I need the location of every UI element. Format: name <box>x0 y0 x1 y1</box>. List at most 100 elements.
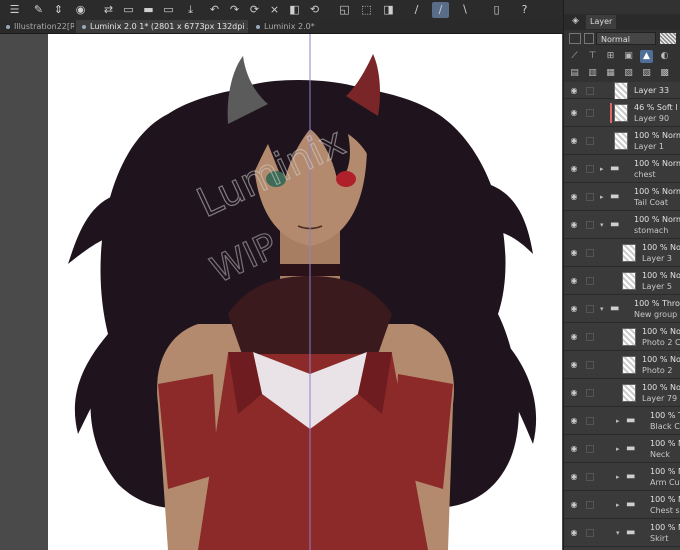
swap-icon[interactable]: ⇄ <box>100 2 117 18</box>
drawing-canvas[interactable]: Luminix WIP <box>48 34 562 550</box>
reference-layer-icon[interactable]: ⟋ <box>568 50 581 63</box>
visibility-eye-icon[interactable]: ◉ <box>568 304 580 314</box>
layer-lock-checkbox[interactable] <box>586 277 594 285</box>
save-icon[interactable]: ▬ <box>140 2 157 18</box>
folder-expand-icon[interactable]: ▸ <box>600 165 604 173</box>
visibility-eye-icon[interactable]: ◉ <box>568 248 580 258</box>
layer-lock-checkbox[interactable] <box>586 389 594 397</box>
new-file-icon[interactable]: ✎ <box>30 2 47 18</box>
transform-icon[interactable]: ⟲ <box>306 2 323 18</box>
hide-selection-icon[interactable]: ◱ <box>336 2 353 18</box>
layer-row[interactable]: ◉ ▸ ▬ 100 % Norm Tail Coat <box>564 183 680 211</box>
layer-row[interactable]: ◉ Layer 33 <box>564 82 680 100</box>
folder-expand-icon[interactable]: ▸ <box>600 193 604 201</box>
layer-row[interactable]: ◉ 100 % Norm Layer 79 <box>564 379 680 407</box>
visibility-eye-icon[interactable]: ◉ <box>568 416 580 426</box>
opacity-swatch[interactable] <box>660 33 676 44</box>
transfer-down-icon[interactable]: ▧ <box>622 67 635 80</box>
mask-icon[interactable]: ◐ <box>658 50 671 63</box>
clear-icon[interactable]: ⨯ <box>266 2 283 18</box>
layer-lock-checkbox[interactable] <box>586 473 594 481</box>
layer-row[interactable]: ◉ ▸ ▬ 100 % Th Black Che <box>564 407 680 435</box>
panel-menu-icon[interactable] <box>569 33 581 44</box>
folder-collapse-icon[interactable]: ▾ <box>616 529 620 537</box>
chevron-up-down-icon[interactable]: ⇕ <box>50 2 67 18</box>
layer-row[interactable]: ◉ 100 % Norm Photo 2 <box>564 351 680 379</box>
layer-lock-checkbox[interactable] <box>586 165 594 173</box>
clip-layer-icon[interactable]: ⊤ <box>586 50 599 63</box>
folder-collapse-icon[interactable]: ▾ <box>600 221 604 229</box>
folder-expand-icon[interactable]: ▸ <box>616 473 620 481</box>
layer-row[interactable]: ◉ ▸ ▬ 100 % Norm chest <box>564 155 680 183</box>
folder-collapse-icon[interactable]: ▾ <box>600 305 604 313</box>
layer-lock-checkbox[interactable] <box>586 249 594 257</box>
visibility-eye-icon[interactable]: ◉ <box>568 164 580 174</box>
lock-layer-icon[interactable]: ⊞ <box>604 50 617 63</box>
layer-lock-checkbox[interactable] <box>586 137 594 145</box>
layer-lock-checkbox[interactable] <box>586 193 594 201</box>
blend-mode-select[interactable]: Normal <box>596 32 656 45</box>
visibility-eye-icon[interactable]: ◉ <box>568 136 580 146</box>
stroke-icon[interactable]: ∖ <box>456 2 473 18</box>
visibility-eye-icon[interactable]: ◉ <box>568 444 580 454</box>
layer-row[interactable]: ◉ 46 % Soft l Layer 90 <box>564 99 680 127</box>
visibility-eye-icon[interactable]: ◉ <box>568 86 580 96</box>
pen-tool-active-icon[interactable]: ∕ <box>432 2 449 18</box>
folder-expand-icon[interactable]: ▸ <box>616 501 620 509</box>
layer-lock-checkbox[interactable] <box>586 529 594 537</box>
visibility-eye-icon[interactable]: ◉ <box>568 220 580 230</box>
open-folder-icon[interactable]: ▭ <box>120 2 137 18</box>
new-raster-layer-icon[interactable]: ▤ <box>568 67 581 80</box>
folder-expand-icon[interactable]: ▸ <box>616 417 620 425</box>
tab-illustration22[interactable]: Illustration22[R <box>0 20 74 33</box>
layer-panel-tab[interactable]: Layer <box>586 15 617 29</box>
visibility-eye-icon[interactable]: ◉ <box>568 500 580 510</box>
tablet-icon[interactable]: ▯ <box>488 2 505 18</box>
layer-row[interactable]: ◉ 100 % Norm Layer 3 <box>564 239 680 267</box>
layer-lock-checkbox[interactable] <box>586 361 594 369</box>
visibility-eye-icon[interactable]: ◉ <box>568 276 580 286</box>
layer-lock-checkbox[interactable] <box>586 86 594 95</box>
palette-icon[interactable]: ▲ <box>640 50 653 63</box>
layer-lock-checkbox[interactable] <box>586 445 594 453</box>
loading-icon[interactable]: ⟳ <box>246 2 263 18</box>
menu-icon[interactable]: ☰ <box>6 2 23 18</box>
visibility-eye-icon[interactable]: ◉ <box>568 472 580 482</box>
visibility-eye-icon[interactable]: ◉ <box>568 332 580 342</box>
layer-row[interactable]: ◉ ▾ ▬ 100 % Norm stomach <box>564 211 680 239</box>
layer-lock-checkbox[interactable] <box>586 305 594 313</box>
visibility-eye-icon[interactable]: ◉ <box>568 388 580 398</box>
layer-row[interactable]: ◉ 100 % Norm Layer 5 <box>564 267 680 295</box>
layer-list[interactable]: ◉ Layer 33 ◉ 46 % Soft l Layer 90 ◉ 100 % Norm… <box>564 82 680 550</box>
fill-icon[interactable]: ◧ <box>286 2 303 18</box>
layer-row[interactable]: ◉ 100 % Norm Photo 2 Cop <box>564 323 680 351</box>
visibility-eye-icon[interactable]: ◉ <box>568 108 580 118</box>
invert-icon[interactable]: ◨ <box>380 2 397 18</box>
duplicate-layer-icon[interactable]: ▩ <box>658 67 671 80</box>
layer-lock-checkbox[interactable] <box>586 221 594 229</box>
lock-transparent-icon[interactable]: ▣ <box>622 50 635 63</box>
layer-row[interactable]: ◉ ▸ ▬ 100 % N Chest ski <box>564 491 680 519</box>
export-icon[interactable]: ⤓ <box>182 2 199 18</box>
canvas-area[interactable]: Luminix WIP <box>0 34 563 550</box>
layer-lock-checkbox[interactable] <box>586 417 594 425</box>
layer-row[interactable]: ◉ ▾ ▬ 100 % Throu New group <box>564 295 680 323</box>
layer-lock-checkbox[interactable] <box>586 109 594 117</box>
layer-row[interactable]: ◉ ▸ ▬ 100 % N Arm Cuff <box>564 463 680 491</box>
camera-icon[interactable]: ◉ <box>72 2 89 18</box>
merge-down-icon[interactable]: ▨ <box>640 67 653 80</box>
panel-toggle-icon[interactable] <box>584 33 594 44</box>
visibility-eye-icon[interactable]: ◉ <box>568 192 580 202</box>
pen-tool-icon[interactable]: ∕ <box>408 2 425 18</box>
selection-icon[interactable]: ⬚ <box>358 2 375 18</box>
new-folder-icon[interactable]: ▦ <box>604 67 617 80</box>
layer-row[interactable]: ◉ ▾ ▬ 100 % N Skirt <box>564 519 680 547</box>
redo-icon[interactable]: ↷ <box>226 2 243 18</box>
layer-lock-checkbox[interactable] <box>586 501 594 509</box>
new-vector-layer-icon[interactable]: ▥ <box>586 67 599 80</box>
tab-luminix-2-0-1[interactable]: Luminix 2.0 1* (2801 x 6773px 132dpi 52.… <box>76 20 248 33</box>
layer-lock-checkbox[interactable] <box>586 333 594 341</box>
help-icon[interactable]: ? <box>516 2 533 18</box>
folder-expand-icon[interactable]: ▸ <box>616 445 620 453</box>
layer-row[interactable]: ◉ ▸ ▬ 100 % N Neck <box>564 435 680 463</box>
